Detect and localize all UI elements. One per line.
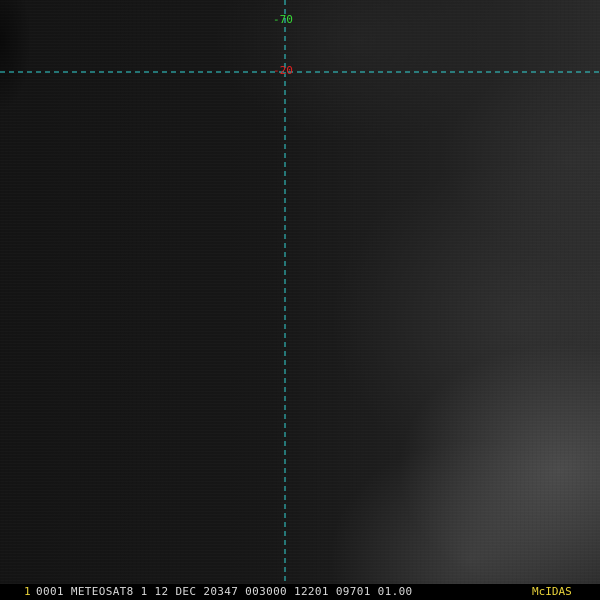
lat-lon-grid-overlay — [0, 0, 600, 584]
image-caption: 0001 METEOSAT8 1 12 DEC 20347 003000 122… — [36, 585, 413, 598]
longitude-label: -70 — [273, 13, 293, 26]
status-bar: 1 0001 METEOSAT8 1 12 DEC 20347 003000 1… — [0, 584, 600, 600]
frame-number: 1 — [24, 585, 31, 598]
latitude-label: -20 — [273, 64, 293, 77]
satellite-image-frame: -70 -20 1 0001 METEOSAT8 1 12 DEC 20347 … — [0, 0, 600, 600]
mcidas-logo: McIDAS — [532, 585, 572, 598]
